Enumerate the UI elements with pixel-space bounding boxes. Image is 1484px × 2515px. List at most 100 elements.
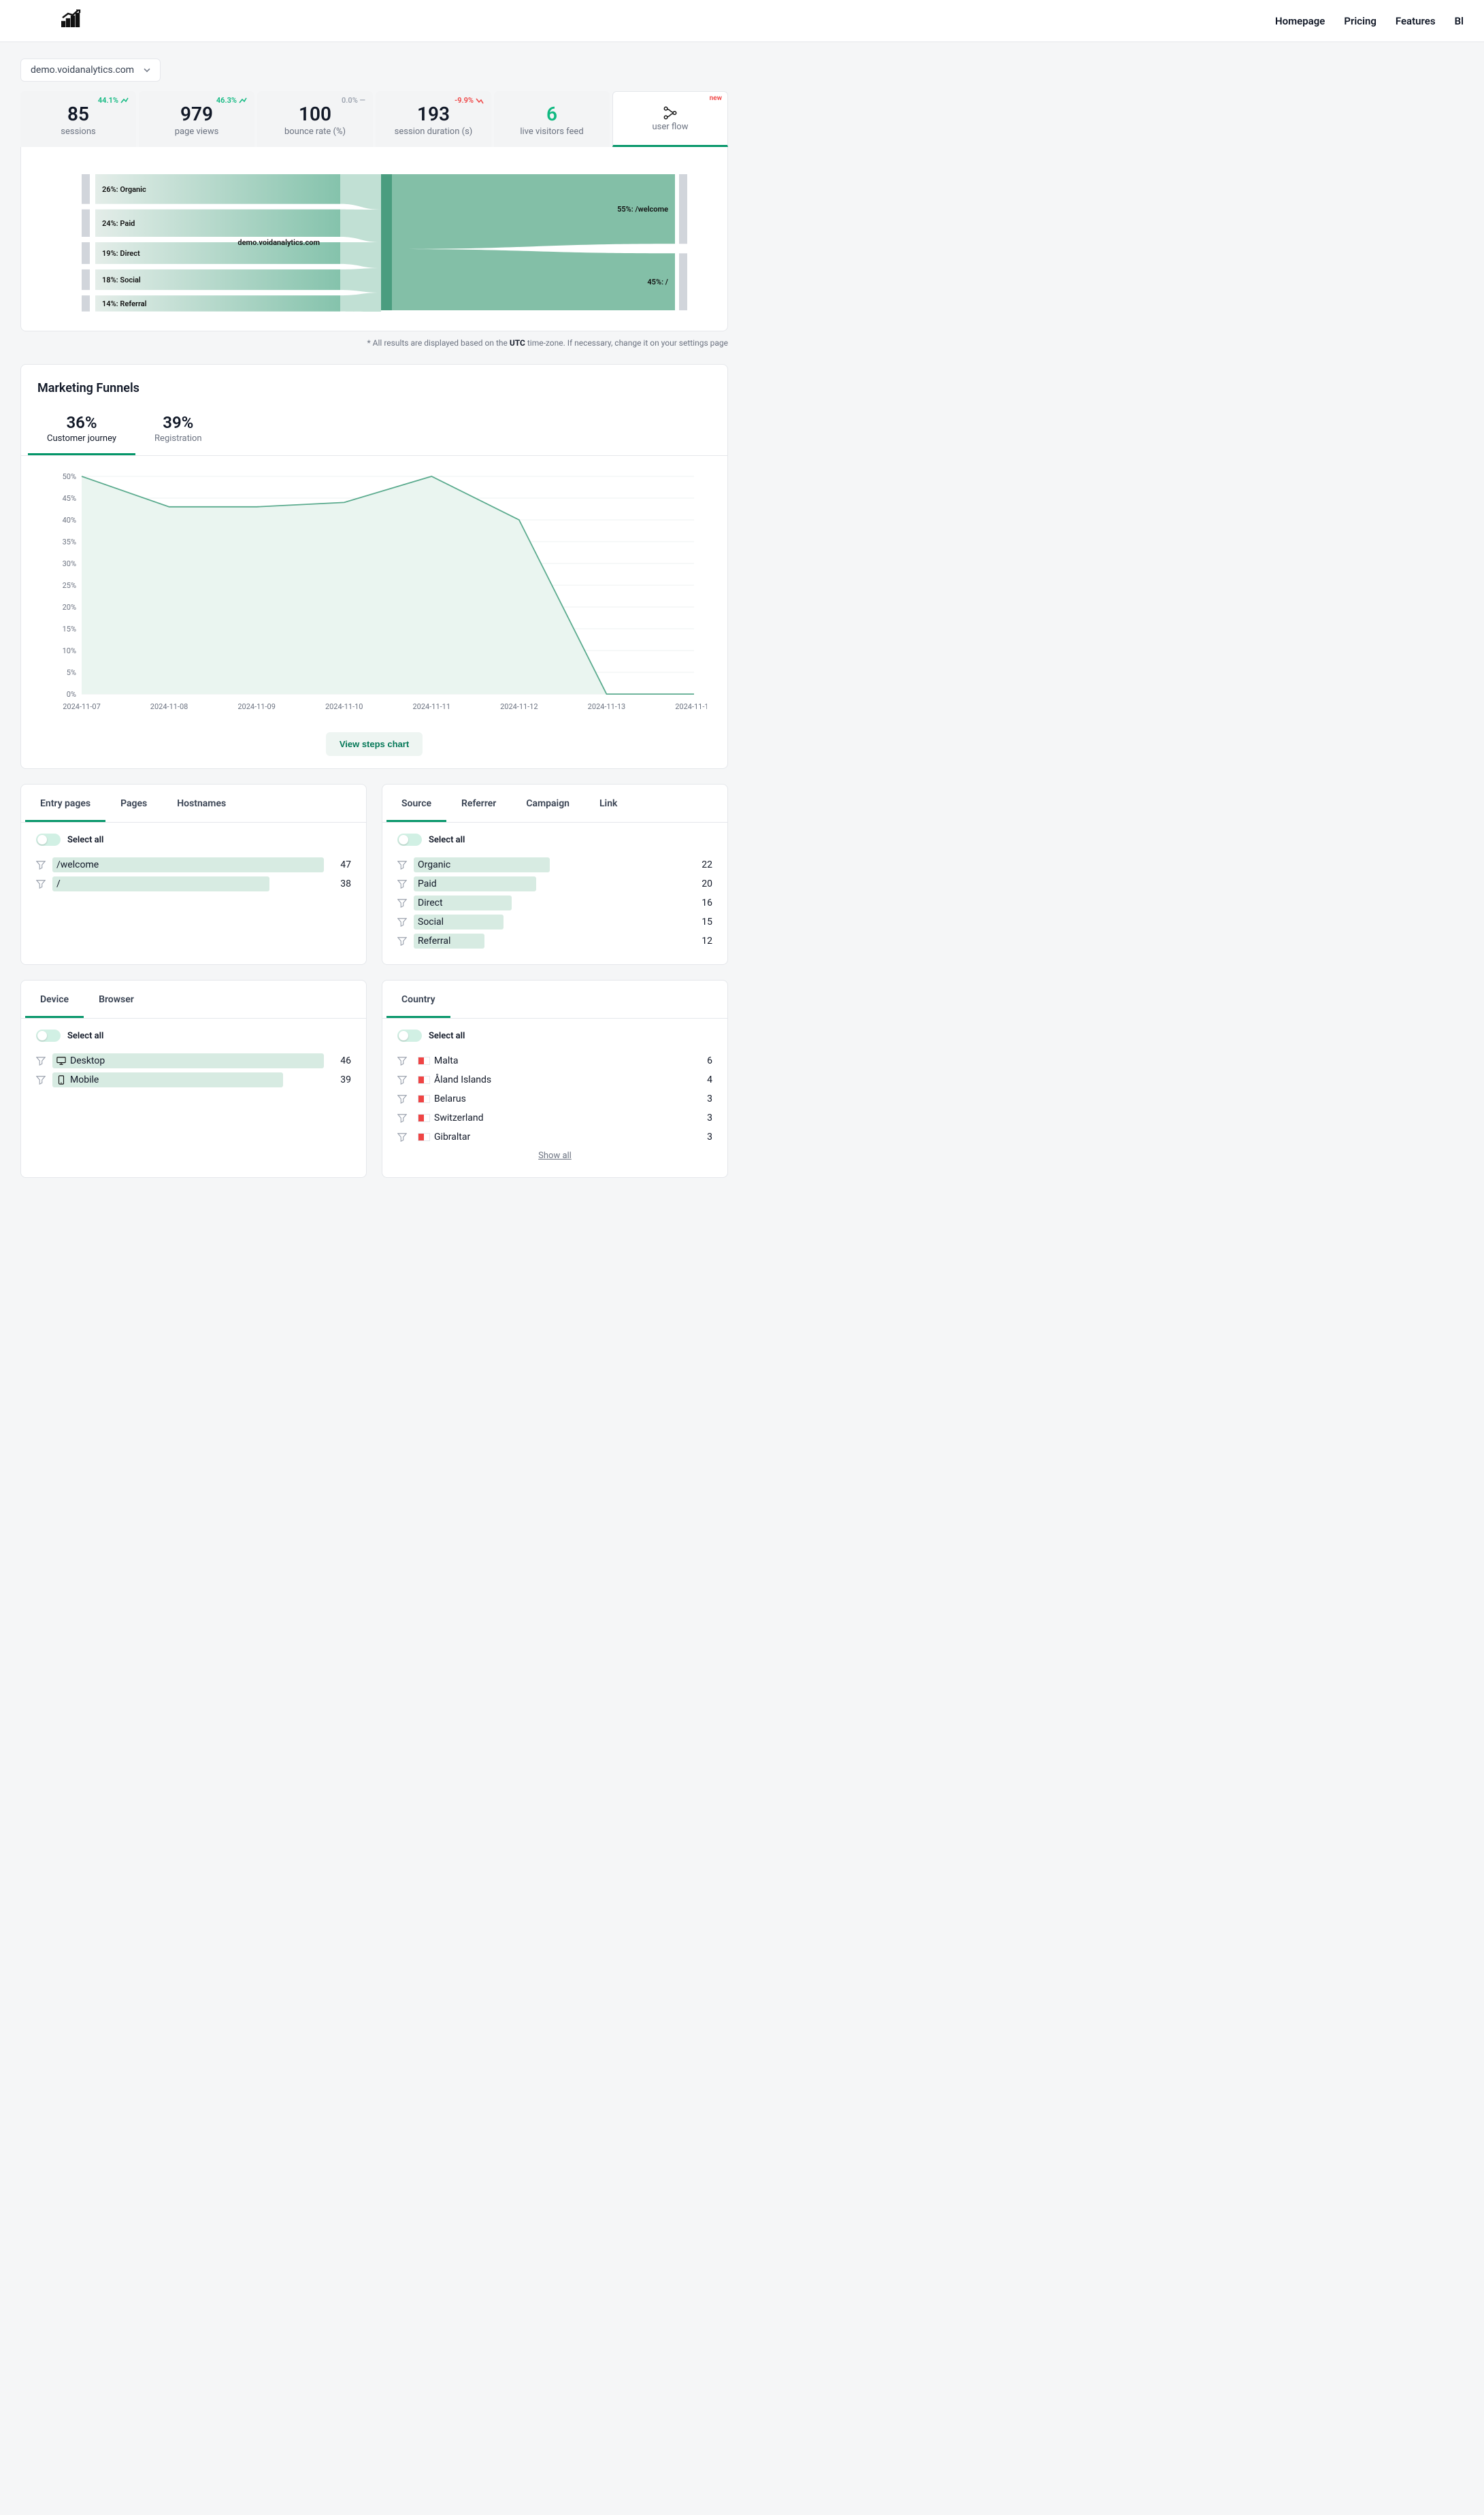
logo[interactable] — [61, 10, 82, 32]
source-row[interactable]: Paid 20 — [397, 874, 712, 893]
row-value: 20 — [692, 878, 712, 889]
entry-tab-pages[interactable]: Pages — [105, 785, 162, 822]
user-flow-icon — [663, 105, 678, 120]
row-value: 3 — [692, 1132, 712, 1143]
svg-text:25%: 25% — [63, 581, 76, 590]
device-select-all-toggle[interactable] — [36, 1030, 61, 1042]
nav-features[interactable]: Features — [1396, 15, 1436, 27]
metric-label: session duration (s) — [382, 127, 485, 137]
metric-tab-live-visitors-feed[interactable]: 6live visitors feed — [494, 91, 610, 147]
svg-text:30%: 30% — [63, 559, 76, 568]
flag-icon — [418, 1133, 430, 1141]
site-selector-value: demo.voidanalytics.com — [31, 65, 134, 76]
svg-text:14%: Referral: 14%: Referral — [102, 299, 147, 308]
country-row[interactable]: Belarus 3 — [397, 1089, 712, 1108]
device-row[interactable]: Desktop46 — [36, 1051, 351, 1070]
metric-tab-sessions[interactable]: 44.1% 85sessions — [20, 91, 136, 147]
country-row[interactable]: Malta6 — [397, 1051, 712, 1070]
row-value: 46 — [331, 1055, 351, 1066]
funnels-card: Marketing Funnels 36%Customer journey39%… — [20, 364, 728, 769]
source-tab-source[interactable]: Source — [386, 785, 446, 822]
entry-row[interactable]: /38 — [36, 874, 351, 893]
site-selector[interactable]: demo.voidanalytics.com — [20, 59, 161, 82]
metric-change: 46.3% — [216, 96, 247, 105]
flag-icon — [418, 1095, 430, 1103]
svg-text:2024-11-09: 2024-11-09 — [237, 702, 276, 711]
metric-value: 193 — [382, 103, 485, 125]
entry-select-all-label: Select all — [67, 835, 103, 845]
svg-text:18%: Social: 18%: Social — [102, 276, 141, 284]
device-select-all-label: Select all — [67, 1031, 103, 1041]
svg-text:2024-11-14: 2024-11-14 — [675, 702, 707, 711]
view-steps-button[interactable]: View steps chart — [326, 732, 423, 756]
row-label: Organic — [418, 859, 450, 870]
funnel-tab-pct: 36% — [47, 413, 116, 432]
source-tab-link[interactable]: Link — [584, 785, 632, 822]
svg-text:2024-11-13: 2024-11-13 — [588, 702, 626, 711]
row-label: Social — [418, 917, 444, 927]
metric-value: 100 — [263, 103, 367, 125]
country-card: Country Select all Malta6Åland Islands4B… — [382, 980, 728, 1178]
row-label: / — [56, 878, 61, 889]
svg-text:10%: 10% — [63, 646, 76, 655]
device-tab-device[interactable]: Device — [25, 981, 84, 1018]
svg-text:50%: 50% — [63, 472, 76, 481]
nav-pricing[interactable]: Pricing — [1344, 15, 1376, 27]
country-row[interactable]: Gibraltar 3 — [397, 1128, 712, 1147]
row-value: 47 — [331, 859, 351, 870]
flag-icon — [418, 1076, 430, 1084]
source-select-all-toggle[interactable] — [397, 834, 422, 846]
row-label: Switzerland — [434, 1113, 483, 1123]
country-row[interactable]: Åland Islands4 — [397, 1070, 712, 1089]
row-label: Gibraltar — [434, 1132, 470, 1143]
row-label: Åland Islands — [434, 1074, 491, 1085]
row-value: 15 — [692, 917, 712, 927]
metric-tab-session-duration-s-[interactable]: -9.9% 193 session duration (s) — [376, 91, 491, 147]
nav-blog[interactable]: Bl — [1455, 15, 1464, 27]
source-row[interactable]: Direct16 — [397, 893, 712, 913]
country-tab-country[interactable]: Country — [386, 981, 450, 1018]
source-row[interactable]: Social 15 — [397, 913, 712, 932]
nav-homepage[interactable]: Homepage — [1275, 15, 1325, 27]
metric-change: 44.1% — [98, 96, 129, 105]
source-tab-referrer[interactable]: Referrer — [446, 785, 511, 822]
country-row[interactable]: Switzerland 3 — [397, 1108, 712, 1128]
metric-label: bounce rate (%) — [263, 127, 367, 137]
top-nav-bar: Homepage Pricing Features Bl — [0, 0, 1484, 42]
svg-text:demo.voidanalytics.com: demo.voidanalytics.com — [237, 238, 320, 247]
source-tab-campaign[interactable]: Campaign — [511, 785, 584, 822]
svg-text:2024-11-08: 2024-11-08 — [150, 702, 188, 711]
source-row[interactable]: Organic22 — [397, 855, 712, 874]
country-show-all[interactable]: Show all — [397, 1147, 712, 1164]
metric-tab-bounce-rate-[interactable]: 0.0% —100bounce rate (%) — [257, 91, 373, 147]
entry-tab-entry-pages[interactable]: Entry pages — [25, 785, 105, 822]
svg-text:45%: /: 45%: / — [647, 278, 668, 286]
device-tab-browser[interactable]: Browser — [84, 981, 149, 1018]
source-card: SourceReferrerCampaignLink Select all Or… — [382, 784, 728, 965]
funnel-tab-customer-journey[interactable]: 36%Customer journey — [28, 406, 135, 455]
row-value: 3 — [692, 1094, 712, 1104]
funnel-tab-registration[interactable]: 39%Registration — [135, 406, 221, 455]
row-label: Paid — [418, 878, 437, 889]
entry-row[interactable]: /welcome47 — [36, 855, 351, 874]
device-row[interactable]: Mobile39 — [36, 1070, 351, 1089]
metric-label: sessions — [27, 127, 130, 137]
svg-text:19%: Direct: 19%: Direct — [102, 249, 140, 258]
row-value: 39 — [331, 1074, 351, 1085]
nav-links: Homepage Pricing Features Bl — [1275, 15, 1464, 27]
svg-text:26%: Organic: 26%: Organic — [102, 185, 146, 194]
row-value: 3 — [692, 1113, 712, 1123]
new-badge: new — [710, 95, 722, 102]
metric-tab-page-views[interactable]: 46.3% 979page views — [139, 91, 254, 147]
svg-text:55%: /welcome: 55%: /welcome — [617, 205, 668, 214]
svg-text:2024-11-07: 2024-11-07 — [63, 702, 101, 711]
country-select-all-toggle[interactable] — [397, 1030, 422, 1042]
entry-tab-hostnames[interactable]: Hostnames — [162, 785, 241, 822]
entry-select-all-toggle[interactable] — [36, 834, 61, 846]
source-row[interactable]: Referral12 — [397, 932, 712, 951]
svg-text:20%: 20% — [63, 603, 76, 612]
metric-tab-user-flow[interactable]: newuser flow — [612, 91, 728, 147]
metric-change: -9.9% — [455, 96, 484, 105]
row-label: Belarus — [434, 1094, 466, 1104]
svg-text:35%: 35% — [63, 538, 76, 546]
